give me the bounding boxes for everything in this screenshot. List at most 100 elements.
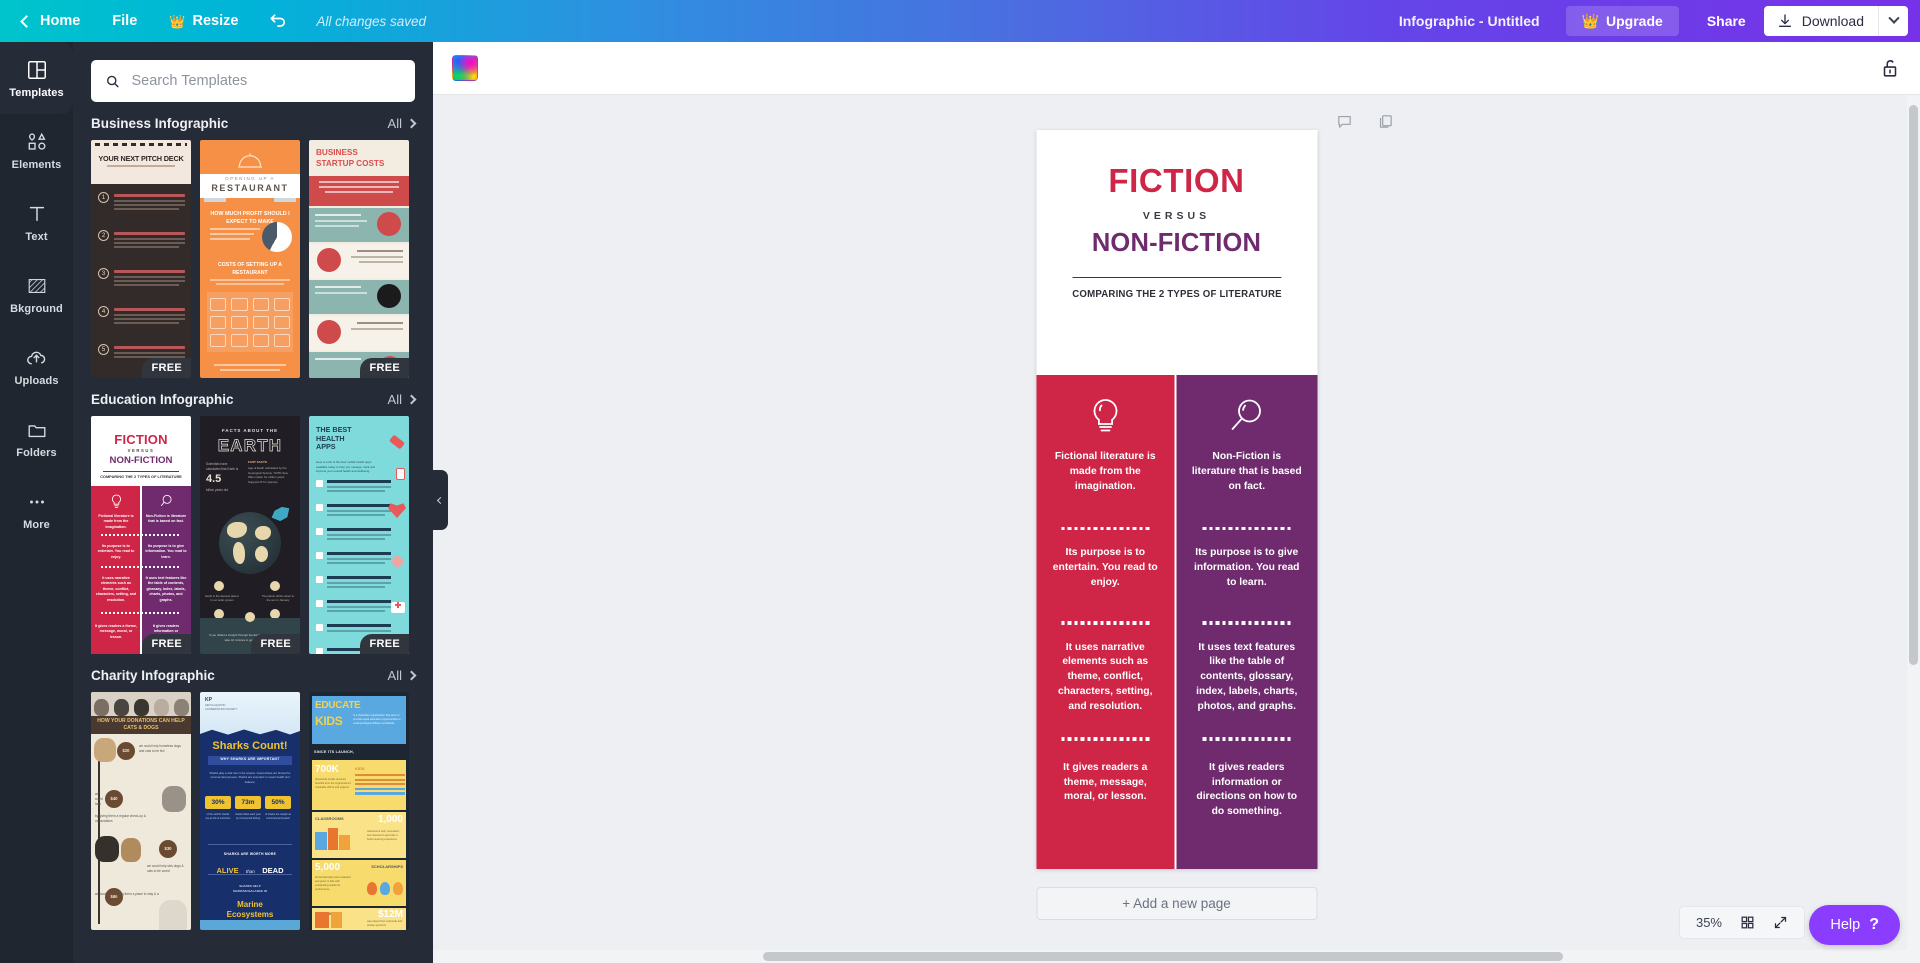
template-card[interactable]: YOUR NEXT PITCH DECK 1 2 3 4 5 FREE [91,140,191,378]
template-card[interactable]: THE BEST HEALTH APPS Here is a list of t… [309,416,409,654]
download-button[interactable]: Download [1764,6,1878,36]
design-point: Its purpose is to give information. You … [1194,547,1300,589]
download-group: Download [1763,6,1908,36]
free-badge: FREE [360,634,409,654]
template-thumb-eco: Ecosystems [226,910,274,919]
add-page-label: + Add a new page [1122,896,1231,911]
sidebar-item-text[interactable]: Text [0,186,73,258]
canvas-horizontal-scrollbar[interactable] [433,950,1907,963]
template-thumb-kicker: FACTS ABOUT THE [221,428,279,433]
sidebar-item-bkground[interactable]: Bkground [0,258,73,330]
help-button[interactable]: Help ? [1809,905,1900,945]
template-thumb-stat: 73m [235,796,261,809]
free-badge: FREE [142,634,191,654]
sidebar-label: Templates [9,86,64,99]
sidebar-label: More [23,518,50,531]
panel-collapse-handle[interactable] [433,470,448,530]
help-label: Help [1830,917,1861,933]
bg-hatch [28,278,45,293]
template-thumb-title: EDUCATE [315,700,361,711]
template-thumb-title: BUSINESS [316,148,358,157]
free-badge: FREE [142,358,191,378]
sidebar-label: Folders [16,446,57,459]
template-card-fiction[interactable]: FICTION VERSUS NON-FICTION COMPARING THE… [91,416,191,654]
template-card[interactable]: KP KENYA AQUATIC CONSERVATION SOCIETY Sh… [200,692,300,930]
template-thumb-value: 4.5 [206,473,222,485]
template-row-education: FICTION VERSUS NON-FICTION COMPARING THE… [91,416,415,654]
chevron-right-icon [406,670,417,681]
folders-icon [25,418,49,442]
template-card[interactable]: BUSINESS STARTUP COSTS FREE [309,140,409,378]
template-thumb-subtitle: NON-FICTION [109,455,173,466]
home-button[interactable]: Home [0,0,96,42]
sidebar-item-folders[interactable]: Folders [0,402,73,474]
resize-button[interactable]: 👑 Resize [153,0,254,42]
search-icon [107,75,119,87]
cloche-icon [238,153,262,168]
template-thumb-marine: Marine [237,900,263,909]
template-card[interactable]: FACTS ABOUT THE EARTH Scientists have ca… [200,416,300,654]
templates-panel: Business Infographic All YOUR NEXT PITCH… [73,42,433,963]
section-header-business: Business Infographic All [91,116,417,131]
duplicate-page-icon[interactable] [1377,113,1394,135]
sidebar-item-templates[interactable]: Templates [0,42,73,114]
magnifier-icon [1190,397,1305,437]
zoom-level-label[interactable]: 35% [1696,915,1722,930]
design-divider [1072,277,1281,279]
share-button[interactable]: Share [1689,5,1764,37]
add-new-page-button[interactable]: + Add a new page [1036,887,1317,920]
template-thumb-stat: 50% [265,796,291,809]
templates-icon [25,58,49,82]
text-icon [25,202,49,226]
template-thumb-sub: WHY SHARKS ARE IMPORTANT [220,757,280,761]
template-card[interactable]: EDUCATE KIDS is a charitable organizatio… [309,692,409,930]
sidebar-item-elements[interactable]: Elements [0,114,73,186]
dotted-divider [1190,621,1305,625]
canvas-vertical-scrollbar[interactable] [1907,95,1920,963]
comment-icon[interactable] [1336,113,1353,135]
crown-icon: 👑 [1581,13,1600,29]
sidebar-item-more[interactable]: More [0,474,73,546]
template-card[interactable]: OPENING UP A RESTAURANT HOW MUCH PROFIT … [200,140,300,378]
fit-screen-icon[interactable] [1773,915,1788,930]
section-all-link-charity[interactable]: All [388,668,417,683]
sidebar-label: Uploads [14,374,59,387]
template-thumb-1000: 1,000 [377,814,403,825]
undo-button[interactable] [254,0,302,42]
grid-view-icon[interactable] [1740,915,1755,930]
section-all-link-education[interactable]: All [388,392,417,407]
section-header-charity: Charity Infographic All [91,668,417,683]
crown-icon: 👑 [169,13,186,29]
search-input[interactable] [131,73,401,89]
template-thumb-versus: VERSUS [127,448,155,453]
scrollbar-thumb[interactable] [1909,105,1918,665]
section-all-link-business[interactable]: All [388,116,417,131]
editor-toolbar [433,42,1920,95]
search-templates-box[interactable] [91,60,415,102]
templates-panel-body: Business Infographic All YOUR NEXT PITCH… [73,60,433,930]
file-menu-button[interactable]: File [96,0,153,42]
chevron-down-icon [1887,12,1900,24]
template-row-charity: HOW YOUR DONATIONS CAN HELP CATS & DOGS … [91,692,415,930]
chevron-right-icon [406,118,417,129]
design-title-versus: VERSUS [1142,209,1211,222]
resize-label: Resize [192,13,239,29]
upgrade-button[interactable]: 👑 Upgrade [1565,6,1679,36]
more-icon [25,490,49,514]
template-thumb-stat: 30% [205,796,231,809]
scrollbar-thumb[interactable] [763,952,1563,961]
chevron-left-icon [20,14,33,28]
template-thumb-kids-label: KIDS [355,766,365,771]
save-status: All changes saved [316,13,426,29]
unlock-button[interactable] [1879,57,1901,79]
rainbow-gradient-icon[interactable] [452,55,478,81]
canvas-area: FICTION VERSUS NON-FICTION COMPARING THE… [433,95,1920,963]
design-page[interactable]: FICTION VERSUS NON-FICTION COMPARING THE… [1036,130,1317,869]
template-card[interactable]: HOW YOUR DONATIONS CAN HELP CATS & DOGS … [91,692,191,930]
template-thumb-title: THE BEST HEALTH APPS [316,425,352,452]
unlock-icon [1883,60,1897,77]
download-dropdown-button[interactable] [1878,6,1908,36]
design-columns: Fictional literature is made from the im… [1036,375,1317,869]
sidebar-item-uploads[interactable]: Uploads [0,330,73,402]
uploads-icon [25,346,49,370]
